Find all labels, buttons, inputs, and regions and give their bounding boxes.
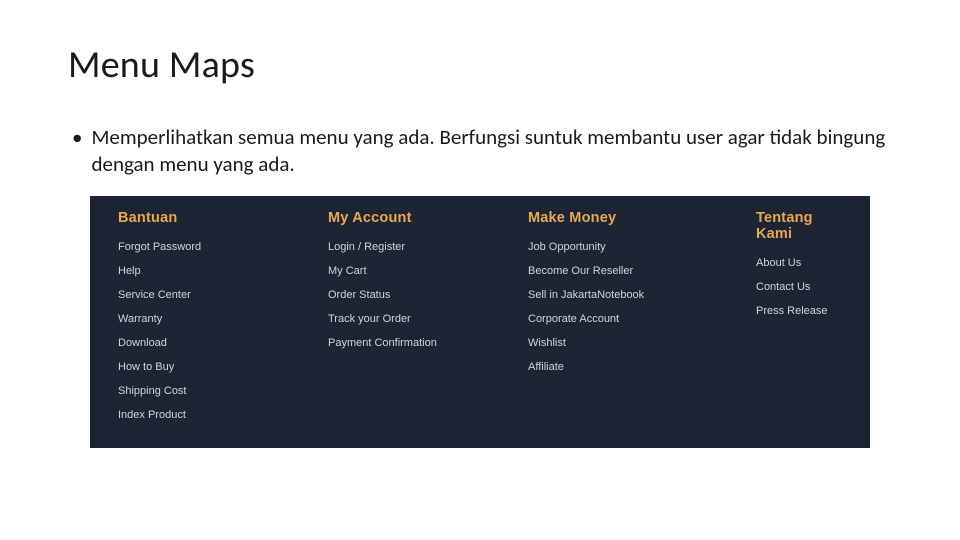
bullet-text: Memperlihatkan semua menu yang ada. Berf… [91, 124, 892, 178]
footer-link[interactable]: Service Center [118, 284, 328, 308]
footer-link[interactable]: Track your Order [328, 308, 528, 332]
footer-link[interactable]: Payment Confirmation [328, 332, 528, 356]
footer-link[interactable]: Order Status [328, 284, 528, 308]
footer-col-heading: Bantuan [118, 210, 328, 226]
bullet-item: • Memperlihatkan semua menu yang ada. Be… [72, 124, 892, 178]
footer-link[interactable]: Help [118, 260, 328, 284]
footer-col-heading: Tentang Kami [756, 210, 842, 242]
footer-link[interactable]: My Cart [328, 260, 528, 284]
site-footer-screenshot: Bantuan Forgot Password Help Service Cen… [90, 196, 870, 448]
footer-col-tentangkami: Tentang Kami About Us Contact Us Press R… [756, 210, 842, 428]
footer-link[interactable]: How to Buy [118, 356, 328, 380]
footer-col-bantuan: Bantuan Forgot Password Help Service Cen… [118, 210, 328, 428]
footer-col-makemoney: Make Money Job Opportunity Become Our Re… [528, 210, 756, 428]
footer-link[interactable]: Warranty [118, 308, 328, 332]
footer-columns: Bantuan Forgot Password Help Service Cen… [118, 210, 842, 428]
slide: Menu Maps • Memperlihatkan semua menu ya… [0, 0, 960, 540]
footer-link[interactable]: Press Release [756, 300, 842, 324]
footer-link[interactable]: Job Opportunity [528, 236, 756, 260]
footer-link[interactable]: Login / Register [328, 236, 528, 260]
footer-link[interactable]: Forgot Password [118, 236, 328, 260]
footer-link[interactable]: Index Product [118, 404, 328, 428]
footer-link[interactable]: About Us [756, 252, 842, 276]
footer-col-heading: My Account [328, 210, 528, 226]
footer-link[interactable]: Shipping Cost [118, 380, 328, 404]
footer-link[interactable]: Contact Us [756, 276, 842, 300]
footer-col-heading: Make Money [528, 210, 756, 226]
footer-link[interactable]: Wishlist [528, 332, 756, 356]
footer-link[interactable]: Corporate Account [528, 308, 756, 332]
footer-link[interactable]: Affiliate [528, 356, 756, 380]
footer-col-myaccount: My Account Login / Register My Cart Orde… [328, 210, 528, 428]
bullet-dot: • [72, 124, 82, 151]
footer-link[interactable]: Sell in JakartaNotebook [528, 284, 756, 308]
slide-title: Menu Maps [68, 42, 892, 88]
footer-link[interactable]: Download [118, 332, 328, 356]
footer-link[interactable]: Become Our Reseller [528, 260, 756, 284]
